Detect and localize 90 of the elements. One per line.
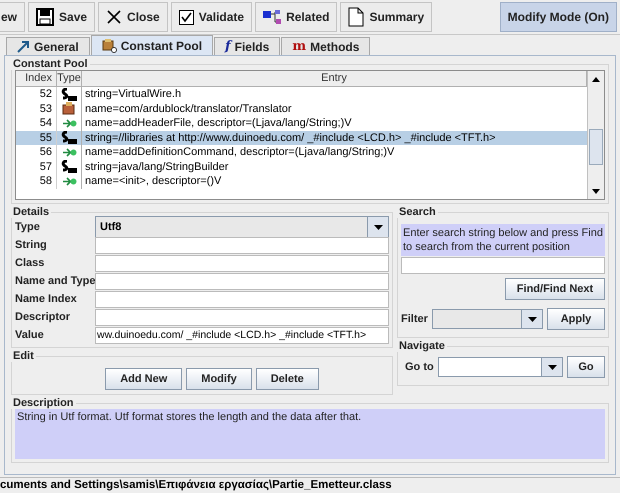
- field-label: String: [15, 239, 48, 251]
- toolbar-button[interactable]: Save: [28, 2, 96, 32]
- string-type-icon: [61, 160, 77, 174]
- dropdown-arrow-icon: [548, 364, 556, 370]
- checkbox-icon: [178, 10, 194, 24]
- document-icon: [348, 7, 364, 27]
- arrow-dot-icon: [62, 118, 76, 129]
- arrow-icon: [17, 40, 30, 53]
- tab-glyph-icon: m: [292, 40, 306, 53]
- goto-label: Go to: [405, 361, 434, 373]
- tab[interactable]: m Methods: [281, 37, 370, 55]
- entry-cell-text: name=addDefinitionCommand, descriptor=(Ljava/lang/String;)V: [84, 145, 396, 160]
- modify-mode-toggle[interactable]: Modify Mode (On): [500, 2, 617, 32]
- entry-cell-text: name=com/ardublock/translator/Translator: [84, 102, 293, 116]
- status-bar: cuments and Settings\samis\Επιφάνεια εργασίας\Partie_Emetteur.class: [0, 477, 620, 493]
- related-nodes-icon: [263, 10, 282, 24]
- search-hint: Enter search string below and press Find to search from the current position: [401, 224, 605, 256]
- edit-button[interactable]: Modify: [186, 368, 252, 390]
- group-title: Search: [398, 206, 437, 218]
- group-title: Description: [12, 397, 75, 409]
- entry-cell-text: string=//libraries at http://www.duinoedu.com/ _#include <LCD.h> _#include <TFT.h>: [84, 130, 497, 145]
- table-row[interactable]: 55 string=//libraries at http://www.duinoedu.com/ _#include <LCD.h> _#include <TFT.h>: [16, 130, 587, 145]
- tab[interactable]: f Fields: [214, 37, 280, 55]
- field-label: Name Index: [15, 293, 78, 305]
- index-cell-text: 57: [38, 160, 53, 174]
- field-label: Type: [15, 221, 41, 233]
- input-field[interactable]: ww.duinoedu.com/ _#include <LCD.h> _#include <TFT.h>: [95, 326, 389, 344]
- tab[interactable]: General: [6, 37, 90, 55]
- edit-button[interactable]: Add New: [105, 368, 182, 390]
- edit-button[interactable]: Delete: [256, 368, 319, 390]
- package-icon: [62, 102, 76, 116]
- index-cell-text: 53: [38, 102, 53, 116]
- toolbar-button[interactable]: Related: [255, 2, 338, 32]
- table-row[interactable]: 57 string=java/lang/StringBuilder: [16, 160, 587, 174]
- entry-cell-text: string=java/lang/StringBuilder: [84, 160, 230, 174]
- arrow-dot-icon: [62, 146, 76, 158]
- toolbar-button[interactable]: Close: [98, 2, 168, 32]
- entry-cell-text: name=<init>, descriptor=()V: [84, 174, 222, 188]
- apply-button[interactable]: Apply: [547, 308, 605, 330]
- entry-cell-text: name=addHeaderFile, descriptor=(Ljava/lang/String;)V: [84, 116, 353, 130]
- dropdown-arrow-icon: [374, 224, 382, 230]
- index-cell-text: 56: [38, 145, 53, 160]
- toolbar-button[interactable]: Summary: [340, 2, 432, 32]
- group-title: Navigate: [398, 340, 446, 352]
- group-title: Constant Pool: [12, 58, 89, 70]
- input-field[interactable]: [95, 290, 389, 308]
- column-header[interactable]: Type: [57, 71, 82, 86]
- save-icon: [36, 8, 54, 26]
- scroll-thumb[interactable]: [589, 129, 603, 165]
- scroll-down-icon[interactable]: [592, 188, 600, 194]
- goto-dropdown[interactable]: [438, 357, 563, 377]
- string-type-icon: [61, 131, 77, 144]
- filter-dropdown[interactable]: [432, 309, 543, 329]
- package-icon: [102, 38, 117, 53]
- index-cell-text: 55: [38, 130, 53, 145]
- field-label: Descriptor: [15, 311, 72, 323]
- table-row[interactable]: 58 name=<init>, descriptor=()V: [16, 174, 587, 188]
- input-field[interactable]: [95, 254, 389, 272]
- index-cell-text: 58: [38, 174, 53, 188]
- input-field[interactable]: [95, 308, 389, 326]
- arrow-dot-icon: [62, 176, 76, 187]
- input-field[interactable]: [95, 236, 389, 254]
- search-field[interactable]: [401, 257, 605, 274]
- scrollbar[interactable]: [587, 71, 604, 199]
- table-row[interactable]: 56 name=addDefinitionCommand, descriptor=(Ljava/lang/String;)V: [16, 145, 587, 160]
- toolbar-button[interactable]: Validate: [170, 2, 252, 32]
- string-type-icon: [61, 88, 77, 101]
- table-row[interactable]: 52 string=VirtualWire.h: [16, 87, 587, 102]
- tab[interactable]: Constant Pool: [90, 35, 214, 55]
- dropdown-arrow-icon: [528, 316, 536, 322]
- toolbar-button[interactable]: ew: [0, 2, 26, 32]
- tab-glyph-icon: f: [225, 40, 231, 53]
- field-label: Name and Type: [15, 275, 95, 287]
- group-title: Edit: [12, 350, 35, 362]
- field-label: Value: [15, 329, 45, 341]
- type-dropdown[interactable]: Utf8: [95, 216, 389, 238]
- filter-label: Filter: [401, 313, 428, 325]
- go-button[interactable]: Go: [567, 356, 605, 378]
- field-label: Class: [15, 257, 46, 269]
- entry-cell-text: string=VirtualWire.h: [84, 87, 182, 102]
- description-text: String in Utf format. Utf format stores the length and the data after that.: [15, 409, 605, 459]
- close-icon: [106, 9, 122, 25]
- index-cell-text: 54: [38, 116, 53, 130]
- scroll-up-icon[interactable]: [592, 76, 600, 82]
- input-field[interactable]: [95, 272, 389, 290]
- table-row[interactable]: 53 name=com/ardublock/translator/Translator: [16, 102, 587, 116]
- column-header[interactable]: Index: [16, 71, 57, 86]
- find-button[interactable]: Find/Find Next: [505, 278, 605, 300]
- index-cell-text: 52: [38, 87, 53, 102]
- group-title: Details: [12, 206, 50, 218]
